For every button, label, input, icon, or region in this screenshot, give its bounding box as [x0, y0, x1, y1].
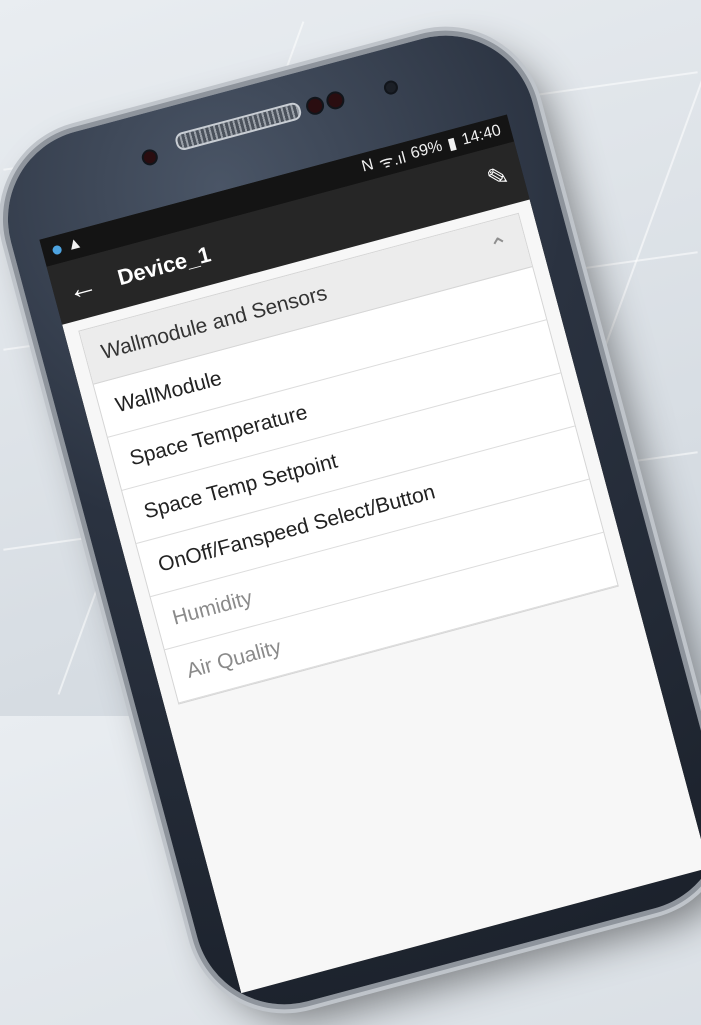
chevron-up-icon: ⌃	[486, 231, 514, 263]
back-arrow-icon[interactable]: ←	[63, 268, 101, 308]
signal-icon: ᯤ.ıl	[377, 149, 408, 173]
proximity-sensor-icon	[384, 81, 398, 94]
nfc-icon: N	[359, 156, 376, 176]
battery-percent: 69%	[408, 137, 445, 163]
edit-pencil-icon[interactable]: ✎	[483, 159, 512, 195]
battery-icon: ▮	[445, 134, 459, 154]
earpiece-speaker	[173, 100, 303, 152]
page-title: Device_1	[114, 241, 214, 291]
sensor-icon	[326, 91, 344, 109]
notification-dot-icon	[51, 243, 63, 256]
front-camera-icon	[142, 149, 158, 165]
list-item-label: Air Quality	[184, 635, 284, 683]
list-item-label: Humidity	[169, 586, 255, 630]
sensor-icon	[306, 97, 324, 115]
warning-icon: ▲	[64, 233, 85, 255]
